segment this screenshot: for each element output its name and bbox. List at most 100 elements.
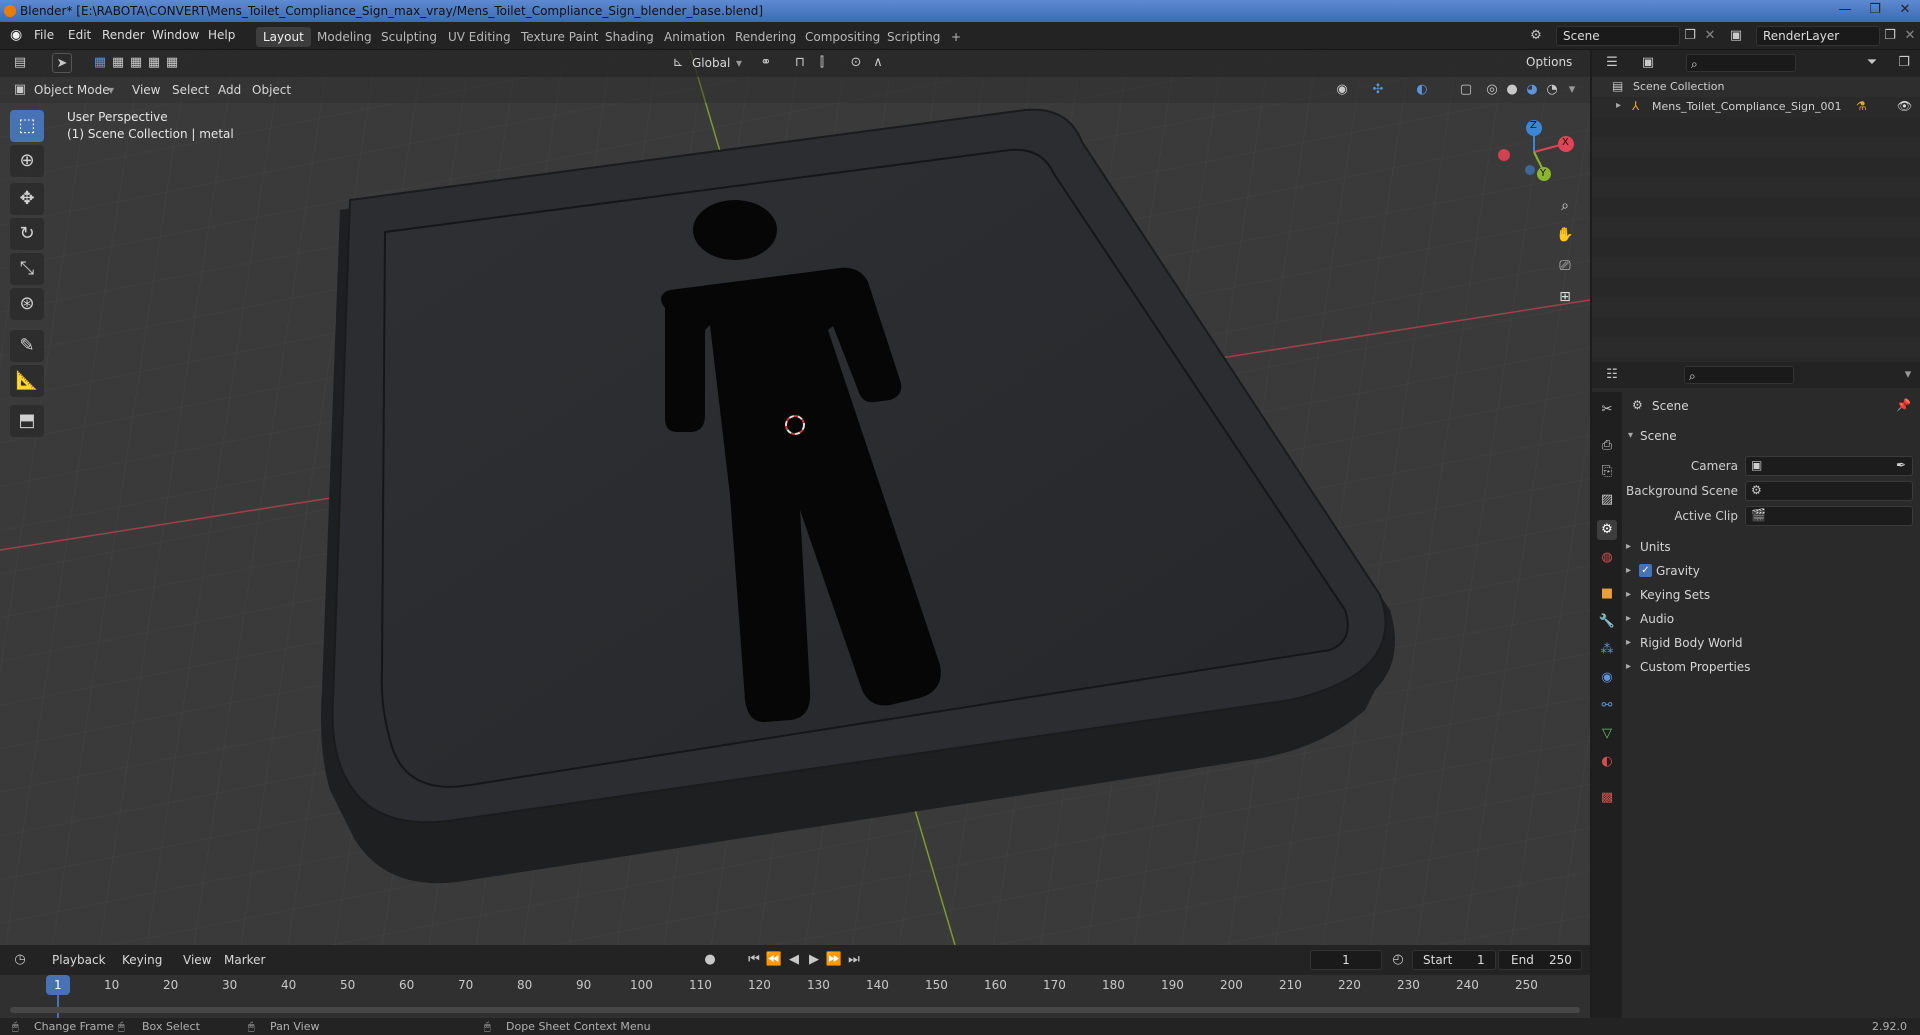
object-mode-dropdown[interactable]: Object Mode xyxy=(34,83,110,97)
annotate-icon[interactable]: ✎ xyxy=(10,330,44,362)
start-frame-field[interactable]: Start 1 xyxy=(1412,950,1496,970)
constraints-tab-icon[interactable]: ⚯ xyxy=(1597,696,1617,716)
tab-animation[interactable]: Animation xyxy=(657,27,732,47)
grid-ortho-icon[interactable]: ⊞ xyxy=(1552,284,1578,310)
units-panel-header[interactable]: Units xyxy=(1640,540,1671,554)
scene-selector[interactable]: Scene xyxy=(1556,26,1680,46)
select-box-icon[interactable]: ⬚ xyxy=(10,110,44,142)
background-scene-field[interactable]: ⚙ xyxy=(1745,481,1913,501)
falloff-icon[interactable]: ∧ xyxy=(868,53,888,73)
viewport-menu-object[interactable]: Object xyxy=(252,83,291,97)
custom-properties-expand-icon[interactable]: ▸ xyxy=(1626,661,1631,672)
snap-icon[interactable]: ⊓ xyxy=(790,53,810,73)
rigid-body-world-panel-header[interactable]: Rigid Body World xyxy=(1640,636,1743,650)
close-button[interactable]: ✕ xyxy=(1890,0,1920,20)
camera-icon[interactable]: ⎚ xyxy=(1552,253,1578,279)
tab-scripting[interactable]: Scripting xyxy=(880,27,947,47)
active-clip-field[interactable]: 🎬 xyxy=(1745,506,1913,526)
select-extend-icon[interactable]: ▦ xyxy=(108,53,128,73)
gravity-expand-icon[interactable]: ▸ xyxy=(1626,565,1631,576)
timeline-editor-type-icon[interactable]: ◷ xyxy=(10,950,30,970)
properties-options-chevron-icon[interactable]: ▾ xyxy=(1898,365,1918,385)
remove-renderlayer-icon[interactable]: ✕ xyxy=(1900,26,1920,46)
snap-target-icon[interactable]: ⫿ xyxy=(812,53,832,73)
end-frame-field[interactable]: End 250 xyxy=(1498,950,1582,970)
pan-hand-icon[interactable]: ✋ xyxy=(1552,222,1578,248)
solid-shading-icon[interactable]: ● xyxy=(1502,80,1522,100)
scale-icon[interactable]: ⤡ xyxy=(10,253,44,285)
audio-panel-header[interactable]: Audio xyxy=(1640,612,1674,626)
menu-help[interactable]: Help xyxy=(208,28,235,42)
object-tab-icon[interactable]: ■ xyxy=(1597,584,1617,604)
shading-options-chevron-icon[interactable]: ▾ xyxy=(1562,80,1582,100)
transform-icon[interactable]: ⊛ xyxy=(10,288,44,320)
select-new-icon[interactable]: ▦ xyxy=(90,53,110,73)
zoom-icon[interactable]: ⌕ xyxy=(1552,193,1578,219)
rendered-shading-icon[interactable]: ◔ xyxy=(1542,80,1562,100)
cursor-icon[interactable]: ⊕ xyxy=(10,145,44,177)
physics-tab-icon[interactable]: ◉ xyxy=(1597,668,1617,688)
tab-modeling[interactable]: Modeling xyxy=(310,27,379,47)
tab-shading[interactable]: Shading xyxy=(598,27,661,47)
timeline-menu-keying[interactable]: Keying xyxy=(122,953,162,967)
visibility-icon[interactable]: ◉ xyxy=(1332,80,1352,100)
tool-tab-icon[interactable]: ✂ xyxy=(1597,400,1617,420)
custom-properties-panel-header[interactable]: Custom Properties xyxy=(1640,660,1750,674)
overlay-toggle-icon[interactable]: ◐ xyxy=(1412,80,1432,100)
proportional-edit-icon[interactable]: ⊙ xyxy=(846,53,866,73)
tab-rendering[interactable]: Rendering xyxy=(728,27,803,47)
play-reverse-icon[interactable]: ◀ xyxy=(784,950,804,970)
select-mode-icon[interactable]: ➤ xyxy=(52,53,72,73)
add-cube-icon[interactable]: ⬒ xyxy=(10,405,44,437)
eye-icon[interactable]: 👁 xyxy=(1897,99,1912,113)
viewport-menu-add[interactable]: Add xyxy=(218,83,241,97)
material-tab-icon[interactable]: ◐ xyxy=(1597,752,1617,772)
select-subtract-icon[interactable]: ▦ xyxy=(126,53,146,73)
blender-menu-icon[interactable]: ◉ xyxy=(10,27,22,43)
menu-file[interactable]: File xyxy=(34,28,54,42)
tab-uv-editing[interactable]: UV Editing xyxy=(441,27,518,47)
options-button[interactable]: Options xyxy=(1520,54,1579,70)
select-intersect-icon[interactable]: ▦ xyxy=(162,53,182,73)
renderlayer-selector[interactable]: RenderLayer xyxy=(1756,26,1880,46)
expand-arrow-icon[interactable]: ▸ xyxy=(1616,100,1621,111)
pin-icon[interactable]: 📌 xyxy=(1896,398,1911,412)
render-tab-icon[interactable]: ⎙ xyxy=(1597,436,1617,456)
timeline-menu-playback[interactable]: Playback xyxy=(52,953,106,967)
current-frame-field[interactable]: 1 xyxy=(1310,950,1382,970)
scene-section-header[interactable]: Scene xyxy=(1640,429,1677,443)
play-icon[interactable]: ▶ xyxy=(804,950,824,970)
texture-tab-icon[interactable]: ▩ xyxy=(1597,788,1617,808)
data-tab-icon[interactable]: ▽ xyxy=(1597,724,1617,744)
minimize-button[interactable]: — xyxy=(1830,0,1860,20)
measure-icon[interactable]: 📐 xyxy=(10,365,44,397)
scene-browse-icon[interactable]: ⚙ xyxy=(1526,26,1546,46)
gravity-checkbox[interactable]: ✓ xyxy=(1639,564,1652,577)
camera-field[interactable]: ▣ ✒ xyxy=(1745,456,1913,476)
outliner-row-root[interactable]: ▤ Scene Collection xyxy=(1592,77,1920,97)
rotate-icon[interactable]: ↻ xyxy=(10,218,44,250)
eyedropper-icon[interactable]: ✒ xyxy=(1896,458,1906,472)
jump-start-icon[interactable]: ⏮ xyxy=(744,950,764,970)
jump-end-icon[interactable]: ⏭ xyxy=(844,950,864,970)
menu-edit[interactable]: Edit xyxy=(68,28,91,42)
outliner-editor-type-icon[interactable]: ☰ xyxy=(1602,53,1622,73)
menu-render[interactable]: Render xyxy=(102,28,145,42)
filter-icon[interactable]: ⏷ xyxy=(1862,53,1882,73)
world-tab-icon[interactable]: ◍ xyxy=(1597,548,1617,568)
properties-search-input[interactable]: ⌕ xyxy=(1684,366,1794,384)
jump-keyframe-back-icon[interactable]: ⏪ xyxy=(764,950,784,970)
new-scene-icon[interactable]: ❐ xyxy=(1680,26,1700,46)
editor-type-icon[interactable]: ▤ xyxy=(10,53,30,73)
timeline-menu-view[interactable]: View xyxy=(183,953,211,967)
outliner-row-object[interactable]: ▸ ⅄ Mens_Toilet_Compliance_Sign_001 ⚗ 👁 xyxy=(1592,97,1920,117)
menu-window[interactable]: Window xyxy=(152,28,199,42)
3d-viewport[interactable] xyxy=(0,50,1590,945)
gizmo-toggle-icon[interactable]: ✣ xyxy=(1368,80,1388,100)
viewport-menu-select[interactable]: Select xyxy=(172,83,209,97)
viewport-menu-view[interactable]: View xyxy=(132,83,160,97)
tab-layout[interactable]: Layout xyxy=(256,27,311,47)
timeline-scrollbar[interactable] xyxy=(10,1007,1580,1013)
jump-keyframe-forward-icon[interactable]: ⏩ xyxy=(824,950,844,970)
modifier-tab-icon[interactable]: 🔧 xyxy=(1597,612,1617,632)
